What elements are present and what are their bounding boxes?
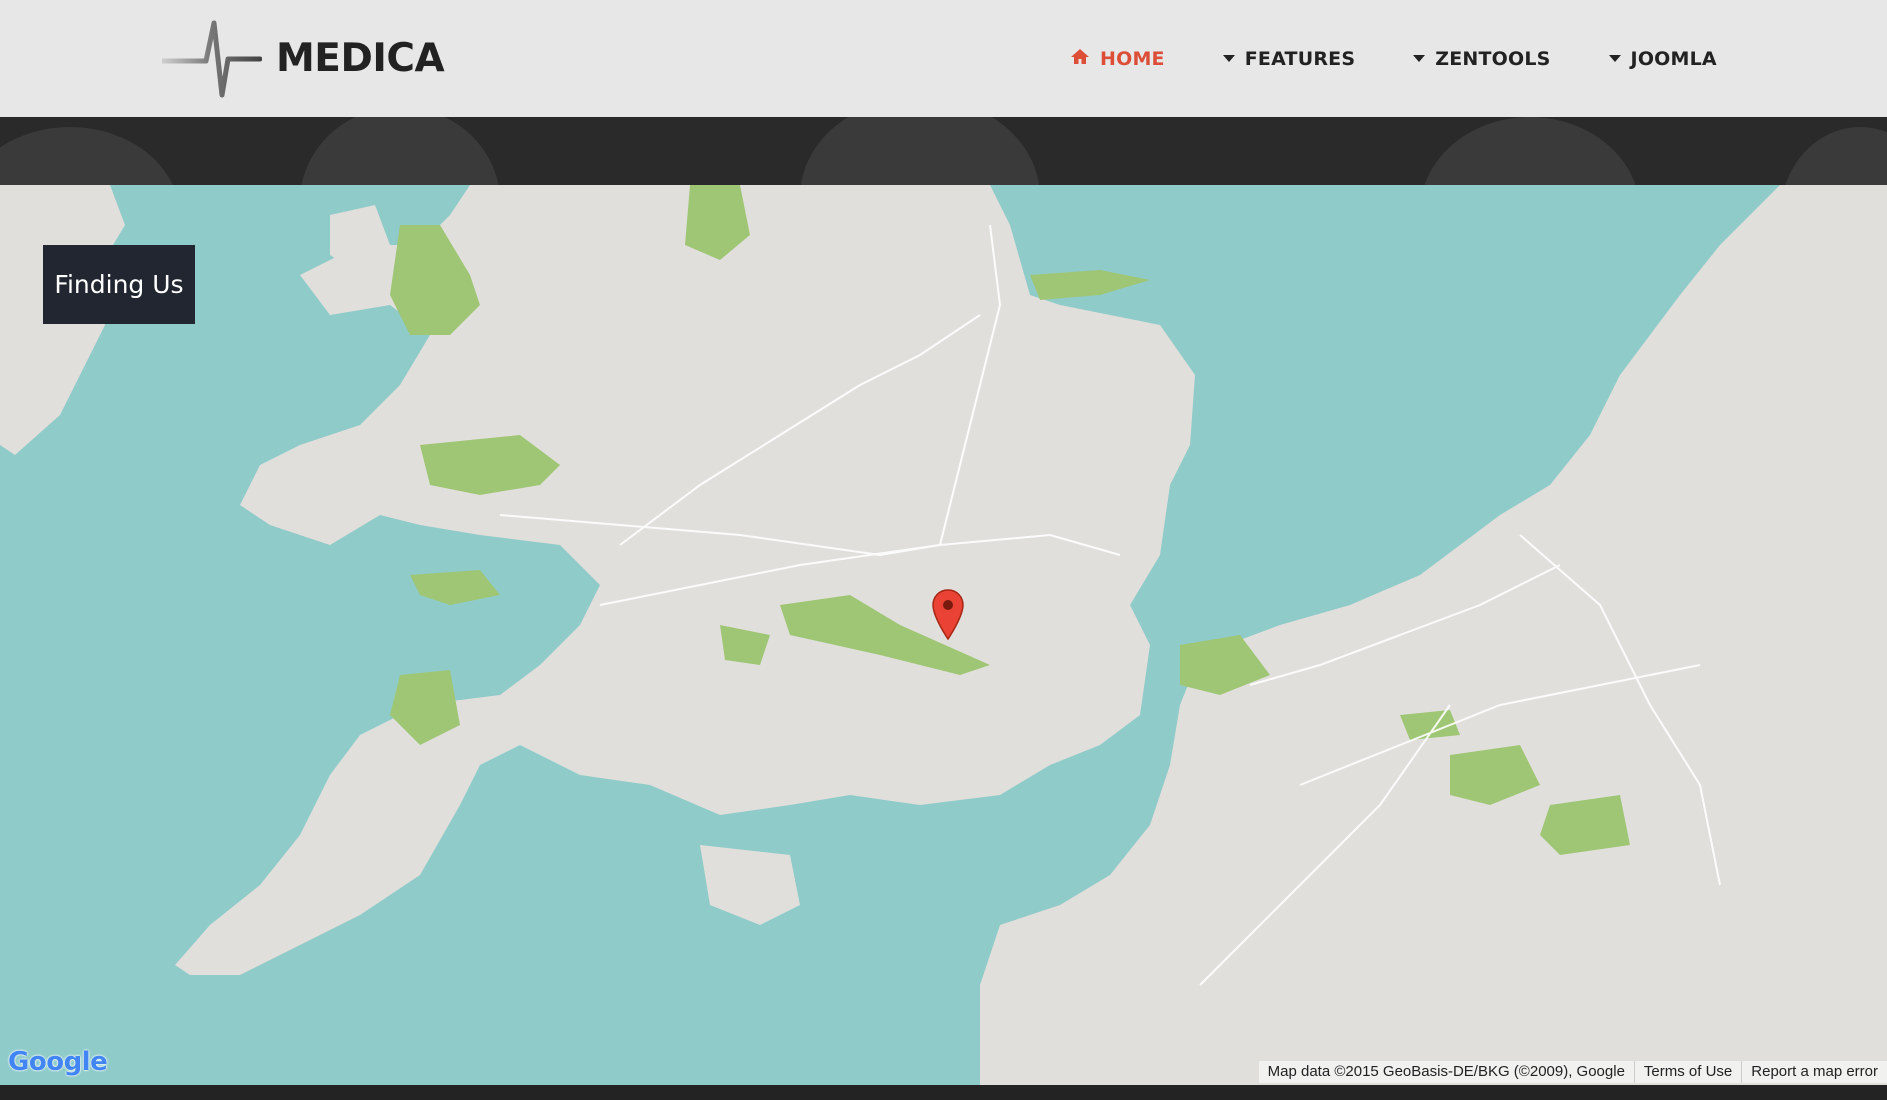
hero-background-image xyxy=(800,117,1040,185)
map-pin-icon[interactable] xyxy=(931,589,965,646)
nav-label-zentools: ZENTOOLS xyxy=(1435,47,1551,70)
google-logo[interactable]: Google xyxy=(8,1047,108,1077)
hero-background-image xyxy=(1420,117,1640,185)
main-nav: HOME FEATURES ZENTOOLS JOOMLA xyxy=(1070,0,1717,117)
heartbeat-line-icon xyxy=(162,17,262,99)
hero-background-image xyxy=(0,127,180,185)
site-header: MEDICA HOME FEATURES ZENTOOLS JOOMLA xyxy=(0,0,1887,117)
bottom-band xyxy=(0,1085,1887,1100)
logo[interactable]: MEDICA xyxy=(162,14,445,102)
hero-strip xyxy=(0,117,1887,185)
google-logo-text: Google xyxy=(8,1047,108,1077)
map-footer: Map data ©2015 GeoBasis-DE/BKG (©2009), … xyxy=(1258,1061,1887,1083)
nav-item-zentools[interactable]: ZENTOOLS xyxy=(1413,48,1550,70)
nav-label-home: HOME xyxy=(1100,47,1165,70)
nav-label-joomla: JOOMLA xyxy=(1630,47,1717,70)
map-attribution: Map data ©2015 GeoBasis-DE/BKG (©2009), … xyxy=(1267,1063,1625,1080)
caret-down-icon xyxy=(1608,55,1621,62)
nav-item-joomla[interactable]: JOOMLA xyxy=(1608,47,1717,70)
map[interactable]: Finding Us Google Map data ©2015 GeoBasi… xyxy=(0,185,1887,1085)
terms-link[interactable]: Terms of Use xyxy=(1633,1061,1741,1083)
map-label: Finding Us xyxy=(43,245,195,324)
caret-down-icon xyxy=(1222,55,1235,62)
nav-item-home[interactable]: HOME xyxy=(1070,48,1165,70)
report-error-link[interactable]: Report a map error xyxy=(1741,1061,1887,1083)
logo-text: MEDICA xyxy=(276,35,445,81)
hero-background-image xyxy=(1780,127,1887,185)
nav-item-features[interactable]: FEATURES xyxy=(1222,47,1356,70)
hero-background-image xyxy=(300,117,500,185)
nav-label-features: FEATURES xyxy=(1244,47,1356,70)
home-icon xyxy=(1070,48,1090,70)
caret-down-icon xyxy=(1413,55,1426,62)
